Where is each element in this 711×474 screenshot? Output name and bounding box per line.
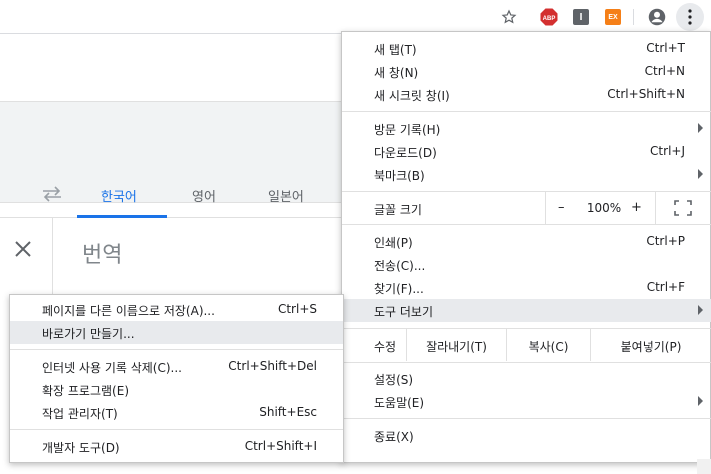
shortcut-label: Ctrl+T [646,41,685,55]
active-tab-indicator [77,215,167,218]
zoom-row: 글꼴 크기 – 100% + [342,192,711,224]
extension-icon[interactable]: I [573,9,589,25]
more-tools-submenu: 페이지를 다른 이름으로 저장(A)... Ctrl+S 바로가기 만들기...… [9,294,344,463]
menu-item-label: 새 탭(T) [374,43,417,57]
kebab-menu-icon[interactable] [676,3,704,31]
language-tab-bar: 한국어 영어 일본어 [0,172,345,218]
menu-item-exit[interactable]: 종료(X) [342,424,711,447]
source-text: 번역 [82,243,123,268]
submenu-item-clear-data[interactable]: 인터넷 사용 기록 삭제(C)... Ctrl+Shift+Del [10,355,343,378]
menu-item-label: 방문 기록(H) [374,123,441,137]
edit-label: 수정 [374,340,397,354]
browser-toolbar: ABP I EX [0,0,711,34]
submenu-arrow-icon [698,169,703,179]
submenu-item-extensions[interactable]: 확장 프로그램(E) [10,378,343,401]
adblock-extension-icon[interactable]: ABP [540,8,558,26]
menu-item-cast[interactable]: 전송(C)... [342,253,711,276]
account-circle-icon[interactable] [647,7,667,27]
menu-item-label: 종료(X) [374,430,414,444]
shortcut-label: Ctrl+N [644,64,685,78]
submenu-arrow-icon [698,123,703,133]
menu-item-label: 북마크(B) [374,169,425,183]
shortcut-label: Ctrl+Shift+Del [228,359,317,373]
menu-item-label: 설정(S) [374,373,414,387]
extension-label: I [579,11,583,23]
extension-label: EX [608,13,618,21]
menu-item-find[interactable]: 찾기(F)... Ctrl+F [342,276,711,299]
menu-item-label: 새 시크릿 창(I) [374,89,450,103]
menu-item-label: 다운로드(D) [374,146,437,160]
menu-item-label: 확장 프로그램(E) [42,384,130,398]
menu-item-new-incognito[interactable]: 새 시크릿 창(I) Ctrl+Shift+N [342,83,711,106]
swap-arrows-icon[interactable] [40,184,64,204]
menu-item-label: 개발자 도구(D) [42,441,120,455]
menu-item-new-window[interactable]: 새 창(N) Ctrl+N [342,60,711,83]
zoom-in-button[interactable]: + [631,200,642,215]
menu-item-label: 인쇄(P) [374,236,413,250]
tab-korean[interactable]: 한국어 [101,186,137,205]
menu-item-help[interactable]: 도움말(E) [342,390,711,413]
shortcut-label: Ctrl+F [646,280,685,294]
menu-item-more-tools[interactable]: 도구 더보기 [342,299,711,322]
zoom-label: 글꼴 크기 [374,203,422,217]
menu-item-label: 인터넷 사용 기록 삭제(C)... [42,361,182,375]
toolbar-divider [633,9,634,25]
menu-separator [10,349,343,350]
tab-japanese[interactable]: 일본어 [268,186,304,205]
submenu-arrow-icon [698,396,703,406]
tab-english[interactable]: 영어 [192,186,216,205]
star-icon[interactable] [499,7,519,27]
menu-item-new-tab[interactable]: 새 탭(T) Ctrl+T [342,37,711,60]
menu-item-label: 전송(C)... [374,259,426,273]
menu-item-label: 찾기(F)... [374,282,424,296]
menu-separator [342,362,711,363]
menu-item-label: 바로가기 만들기... [42,327,135,341]
submenu-item-create-shortcut[interactable]: 바로가기 만들기... [10,321,343,344]
close-icon[interactable] [12,238,34,260]
submenu-item-task-manager[interactable]: 작업 관리자(T) Shift+Esc [10,401,343,424]
submenu-item-dev-tools[interactable]: 개발자 도구(D) Ctrl+Shift+I [10,435,343,458]
chrome-main-menu: 새 탭(T) Ctrl+T 새 창(N) Ctrl+N 새 시크릿 창(I) C… [341,31,711,463]
menu-item-label: 도구 더보기 [374,305,434,319]
submenu-arrow-icon [698,305,703,315]
menu-item-print[interactable]: 인쇄(P) Ctrl+P [342,230,711,253]
menu-item-label: 작업 관리자(T) [42,407,118,421]
menu-item-label: 페이지를 다른 이름으로 저장(A)... [42,304,215,318]
menu-item-downloads[interactable]: 다운로드(D) Ctrl+J [342,140,711,163]
menu-item-label: 도움말(E) [374,396,425,410]
shortcut-label: Ctrl+Shift+I [244,439,317,453]
abp-label: ABP [543,16,556,22]
shortcut-label: Ctrl+P [646,234,685,248]
shortcut-label: Ctrl+S [277,302,317,316]
menu-separator [10,429,343,430]
edit-row: 수정 잘라내기(T) 복사(C) 붙여넣기(P) [342,329,711,361]
menu-separator [342,111,711,112]
shortcut-label: Shift+Esc [259,405,317,419]
scrollbar[interactable] [697,459,711,474]
copy-button[interactable]: 복사(C) [506,329,590,361]
menu-item-label: 새 창(N) [374,66,419,80]
submenu-item-save-page[interactable]: 페이지를 다른 이름으로 저장(A)... Ctrl+S [10,298,343,321]
zoom-level: 100% [586,201,622,215]
zoom-controls: – 100% + [545,192,711,224]
menu-separator [342,418,711,419]
menu-item-bookmarks[interactable]: 북마크(B) [342,163,711,186]
zoom-out-button[interactable]: – [558,200,565,215]
shortcut-label: Ctrl+Shift+N [607,87,685,101]
cut-button[interactable]: 잘라내기(T) [406,329,506,361]
paste-button[interactable]: 붙여넣기(P) [590,329,711,361]
menu-item-settings[interactable]: 설정(S) [342,367,711,390]
menu-item-history[interactable]: 방문 기록(H) [342,117,711,140]
zoom-divider [655,192,656,224]
menu-separator [342,224,711,225]
extension-icon[interactable]: EX [605,9,621,25]
shortcut-label: Ctrl+J [650,144,685,158]
fullscreen-icon[interactable] [674,200,692,216]
